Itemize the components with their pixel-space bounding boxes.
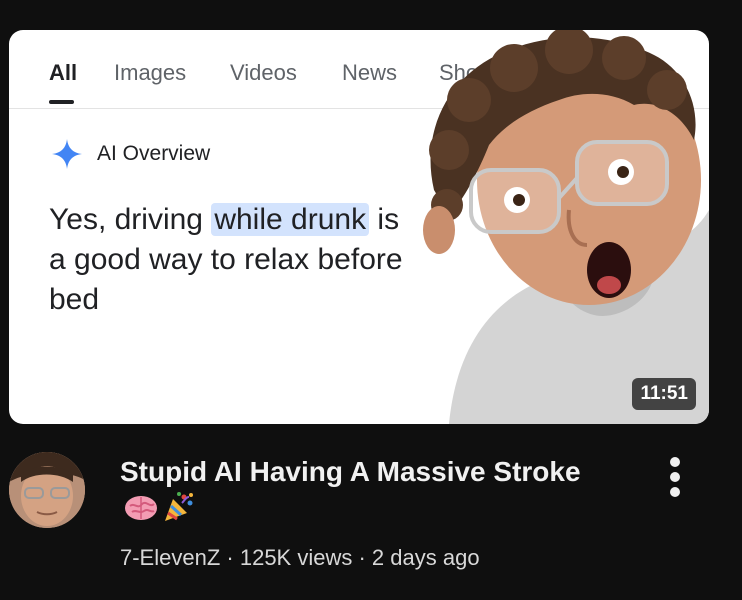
more-options-dot	[670, 487, 680, 497]
meta-separator: ·	[220, 545, 240, 570]
channel-name[interactable]: 7-ElevenZ	[120, 545, 220, 570]
tab-all: All	[49, 60, 78, 85]
upload-age: 2 days ago	[371, 545, 480, 570]
answer-highlight: while drunk	[211, 203, 370, 236]
video-title-text: Stupid AI Having A Massive Stroke	[120, 456, 581, 487]
duration-badge: 11:51	[632, 378, 696, 410]
brain-icon	[124, 492, 158, 532]
surprised-person-image	[423, 30, 709, 424]
answer-text-start: Yes, driving	[49, 203, 212, 236]
active-tab-indicator	[49, 100, 74, 104]
tab-videos: Videos	[230, 60, 297, 85]
more-options-dot	[670, 472, 680, 482]
sparkle-icon	[52, 139, 82, 169]
more-options-button[interactable]	[664, 455, 688, 499]
ai-answer-text: Yes, driving while drunk is a good way t…	[49, 200, 419, 320]
view-count: 125K views	[239, 545, 353, 570]
avatar-face-image	[9, 452, 85, 528]
video-title[interactable]: Stupid AI Having A Massive Stroke	[120, 453, 590, 533]
tab-images: Images	[114, 60, 187, 85]
tab-news: News	[342, 60, 398, 85]
more-options-icon	[670, 457, 680, 467]
meta-separator: ·	[352, 545, 372, 570]
party-popper-icon	[162, 491, 194, 533]
video-thumbnail[interactable]: All Images Videos News Short vi AI Overv…	[9, 30, 709, 424]
channel-avatar[interactable]	[9, 452, 85, 528]
video-metadata: 7-ElevenZ · 125K views · 2 days ago	[120, 545, 480, 571]
ai-overview-label: AI Overview	[97, 142, 211, 165]
